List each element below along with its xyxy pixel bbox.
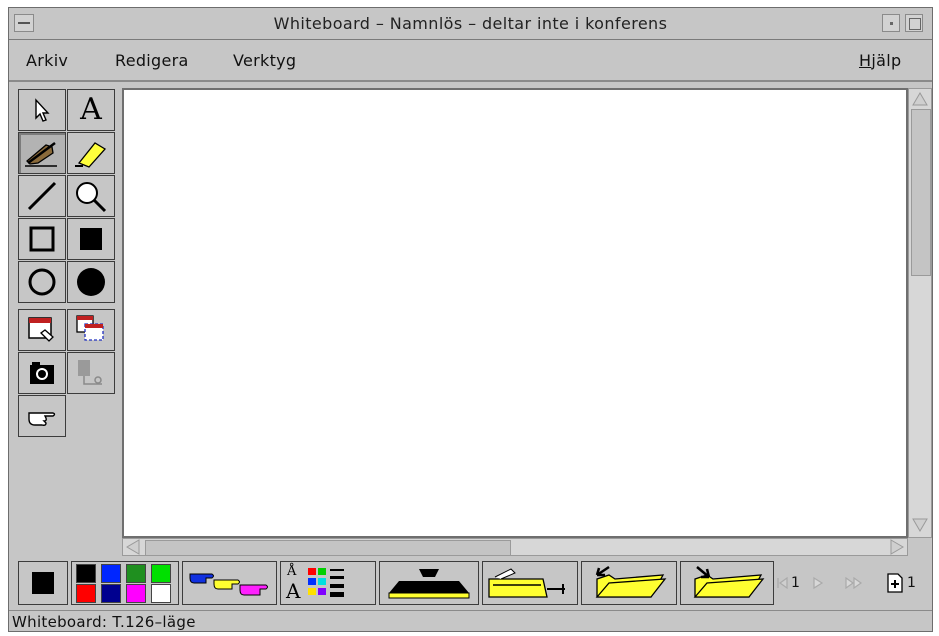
- color-swatch-white[interactable]: [151, 584, 171, 603]
- color-palette: [71, 561, 179, 605]
- select-tool[interactable]: [18, 89, 66, 131]
- vertical-scroll-thumb[interactable]: [911, 109, 931, 276]
- menu-verktyg[interactable]: Verktyg: [233, 51, 296, 70]
- minimize-icon: [890, 22, 893, 25]
- fax-machine-icon: [488, 568, 565, 598]
- minimize-button[interactable]: [882, 14, 900, 32]
- status-text: Whiteboard: T.126–läge: [12, 613, 196, 631]
- maximize-button[interactable]: [905, 14, 923, 32]
- save-folder-icon: [693, 566, 765, 598]
- page-number: 1: [791, 575, 800, 591]
- current-color-button[interactable]: [18, 561, 68, 605]
- open-file-button[interactable]: [581, 561, 677, 605]
- window-title: Whiteboard – Namnlös – deltar inte i kon…: [273, 14, 668, 33]
- insert-object-disabled-icon: [78, 360, 102, 385]
- color-swatch-navy[interactable]: [101, 584, 121, 603]
- rectangle-filled-icon: [80, 228, 102, 250]
- scroll-right-arrow-icon[interactable]: [889, 539, 905, 555]
- eraser-press-icon: [388, 569, 470, 599]
- snapshot-tool[interactable]: [18, 352, 66, 394]
- menu-arkiv[interactable]: Arkiv: [26, 51, 68, 70]
- font-line-options-icon: Å A: [283, 563, 373, 603]
- colored-hands-icon: [189, 573, 268, 596]
- next-page-icon[interactable]: [811, 576, 825, 590]
- drawing-canvas[interactable]: [122, 88, 908, 538]
- font-and-line-options-button[interactable]: Å A: [280, 561, 376, 605]
- scroll-down-arrow-icon[interactable]: [911, 517, 929, 533]
- insert-object-tool: [67, 352, 115, 394]
- open-folder-icon: [595, 565, 667, 598]
- menu-hjalp[interactable]: Hjälp: [859, 51, 901, 70]
- ellipse-filled-icon: [77, 268, 105, 296]
- ellipse-outline-icon: [28, 268, 56, 296]
- pen-tool[interactable]: [18, 132, 66, 174]
- line-tool[interactable]: [18, 175, 66, 217]
- print-fax-button[interactable]: [482, 561, 578, 605]
- pointing-hand-icon: [28, 412, 56, 426]
- vertical-scrollbar[interactable]: [908, 88, 932, 538]
- scroll-left-arrow-icon[interactable]: [125, 539, 141, 555]
- camera-icon: [30, 362, 54, 384]
- arrow-pointer-icon: [35, 98, 50, 122]
- pointer-hand-tool[interactable]: [18, 395, 66, 437]
- status-bar: Whiteboard: T.126–läge: [9, 610, 932, 632]
- pen-hand-icon: [25, 141, 57, 167]
- menu-redigera[interactable]: Redigera: [115, 51, 189, 70]
- color-swatch-red[interactable]: [76, 584, 96, 603]
- window-pointer-icon: [28, 317, 54, 342]
- ellipse-tool[interactable]: [18, 261, 66, 303]
- rectangle-outline-icon: [29, 226, 55, 252]
- whiteboard-window: Whiteboard – Namnlös – deltar inte i kon…: [8, 7, 933, 632]
- total-pages: 1: [907, 575, 916, 591]
- remote-pointer-tool[interactable]: [18, 309, 66, 351]
- highlighter-icon: [75, 142, 107, 168]
- color-swatch-magenta[interactable]: [126, 584, 146, 603]
- window-copy-icon: [76, 315, 104, 341]
- horizontal-scroll-thumb[interactable]: [145, 540, 511, 556]
- current-color-swatch: [32, 572, 54, 594]
- font-size-large-glyph: A: [286, 579, 301, 603]
- highlighter-tool[interactable]: [67, 132, 115, 174]
- clear-whiteboard-button[interactable]: [379, 561, 479, 605]
- filled-rectangle-tool[interactable]: [67, 218, 115, 260]
- add-page-icon[interactable]: [885, 572, 905, 594]
- maximize-icon: [909, 18, 921, 30]
- menu-hjalp-mnemonic: H: [859, 51, 872, 70]
- rectangle-tool[interactable]: [18, 218, 66, 260]
- text-tool-glyph: A: [80, 92, 102, 127]
- zoom-tool[interactable]: [67, 175, 115, 217]
- magnifier-icon: [76, 182, 107, 213]
- text-tool[interactable]: A: [67, 89, 115, 131]
- area-copy-tool[interactable]: [67, 309, 115, 351]
- menu-hjalp-label: jälp: [871, 51, 902, 70]
- bottom-toolbar: Å A 1 1: [9, 557, 932, 610]
- color-swatch-green[interactable]: [151, 564, 171, 583]
- font-size-small-glyph: Å: [287, 564, 297, 579]
- save-file-button[interactable]: [680, 561, 774, 605]
- menu-bar: Arkiv Redigera Verktyg Hjälp: [9, 40, 932, 82]
- title-bar[interactable]: Whiteboard – Namnlös – deltar inte i kon…: [9, 8, 932, 40]
- color-swatch-blue[interactable]: [101, 564, 121, 583]
- scroll-up-arrow-icon[interactable]: [911, 91, 929, 107]
- horizontal-scrollbar[interactable]: [122, 538, 908, 556]
- last-page-icon[interactable]: [844, 576, 866, 590]
- pointer-colors-button[interactable]: [182, 561, 277, 605]
- first-page-icon[interactable]: [776, 576, 788, 590]
- color-swatch-dark-green[interactable]: [126, 564, 146, 583]
- color-swatch-black[interactable]: [76, 564, 96, 583]
- filled-ellipse-tool[interactable]: [67, 261, 115, 303]
- line-icon: [27, 181, 57, 211]
